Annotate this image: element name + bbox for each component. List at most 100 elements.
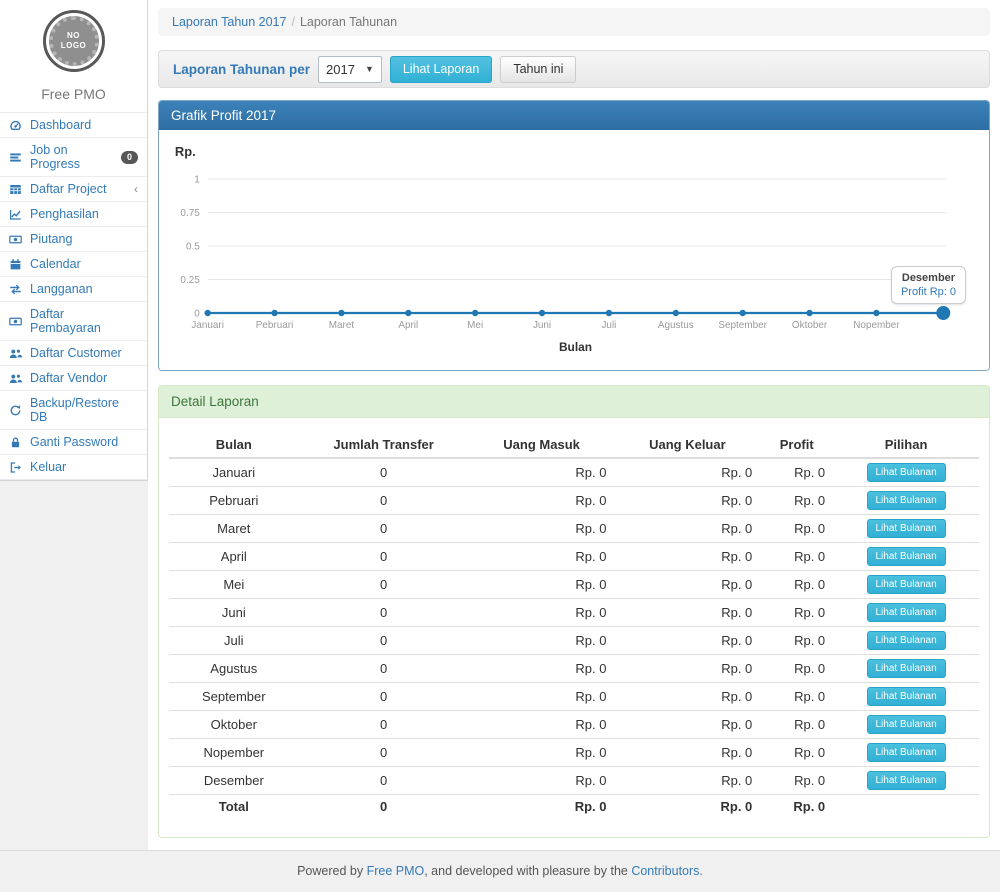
tasks-icon <box>9 151 23 164</box>
sidebar-item-label: Job on Progress <box>30 143 114 171</box>
cell-pilihan: Lihat Bulanan <box>833 487 979 515</box>
tahun-ini-button[interactable]: Tahun ini <box>500 56 576 83</box>
cell-bulan: Desember <box>169 767 299 795</box>
cell-uang-masuk: Rp. 0 <box>469 515 615 543</box>
sidebar-item-job-on-progress[interactable]: Job on Progress0 <box>0 137 147 176</box>
svg-text:Agustus: Agustus <box>658 320 694 331</box>
cell-pilihan: Lihat Bulanan <box>833 655 979 683</box>
cell-uang-keluar: Rp. 0 <box>614 487 760 515</box>
cell-uang-masuk: Rp. 0 <box>469 767 615 795</box>
lihat-bulanan-button[interactable]: Lihat Bulanan <box>867 603 946 622</box>
column-header-bulan: Bulan <box>169 432 299 458</box>
cell-pilihan: Lihat Bulanan <box>833 599 979 627</box>
lihat-bulanan-button[interactable]: Lihat Bulanan <box>867 463 946 482</box>
cell-uang-masuk: Rp. 0 <box>469 458 615 487</box>
footer-link-contributors-[interactable]: Contributors. <box>631 864 703 878</box>
sidebar-item-calendar[interactable]: Calendar <box>0 251 147 276</box>
lihat-bulanan-button[interactable]: Lihat Bulanan <box>867 519 946 538</box>
sidebar-item-keluar[interactable]: Keluar <box>0 454 147 480</box>
cell-jumlah-transfer: 0 <box>299 543 469 571</box>
svg-text:0.5: 0.5 <box>186 241 200 252</box>
total-pilihan-empty <box>833 795 979 819</box>
sidebar-item-dashboard[interactable]: Dashboard <box>0 112 147 137</box>
chart-tooltip: Desember Profit Rp: 0 <box>891 266 966 304</box>
lihat-bulanan-button[interactable]: Lihat Bulanan <box>867 715 946 734</box>
no-logo-text: NO LOGO <box>49 16 99 66</box>
column-header-uang-keluar: Uang Keluar <box>614 432 760 458</box>
table-row: Juni0Rp. 0Rp. 0Rp. 0Lihat Bulanan <box>169 599 979 627</box>
sidebar-item-label: Langganan <box>30 282 93 296</box>
cell-uang-masuk: Rp. 0 <box>469 543 615 571</box>
cell-jumlah-transfer: 0 <box>299 627 469 655</box>
cell-uang-keluar: Rp. 0 <box>614 571 760 599</box>
sidebar-item-label: Daftar Pembayaran <box>30 307 138 335</box>
breadcrumb-link-laporan-tahun[interactable]: Laporan Tahun 2017 <box>172 15 286 29</box>
cell-uang-keluar: Rp. 0 <box>614 458 760 487</box>
svg-text:Pebruari: Pebruari <box>256 320 293 331</box>
total-uang-masuk: Rp. 0 <box>469 795 615 819</box>
lihat-bulanan-button[interactable]: Lihat Bulanan <box>867 771 946 790</box>
svg-text:Bulan: Bulan <box>559 340 592 354</box>
footer-text: , and developed with pleasure by the <box>424 864 631 878</box>
footer-link-free-pmo[interactable]: Free PMO <box>367 864 425 878</box>
money-icon <box>9 315 23 328</box>
sidebar-item-backup-restore-db[interactable]: Backup/Restore DB <box>0 390 147 429</box>
cell-pilihan: Lihat Bulanan <box>833 571 979 599</box>
cell-pilihan: Lihat Bulanan <box>833 739 979 767</box>
table-row: Januari0Rp. 0Rp. 0Rp. 0Lihat Bulanan <box>169 458 979 487</box>
profit-line-chart: Rp.00.250.50.751JanuariPebruariMaretApri… <box>165 138 983 366</box>
cell-pilihan: Lihat Bulanan <box>833 683 979 711</box>
cell-profit: Rp. 0 <box>760 515 833 543</box>
svg-text:Juni: Juni <box>533 320 551 331</box>
year-select[interactable]: 2017 ▼ <box>318 56 382 83</box>
cell-uang-keluar: Rp. 0 <box>614 739 760 767</box>
cell-uang-keluar: Rp. 0 <box>614 711 760 739</box>
cell-profit: Rp. 0 <box>760 543 833 571</box>
svg-text:0.75: 0.75 <box>180 208 200 219</box>
cell-profit: Rp. 0 <box>760 571 833 599</box>
cell-uang-keluar: Rp. 0 <box>614 515 760 543</box>
lihat-bulanan-button[interactable]: Lihat Bulanan <box>867 547 946 566</box>
sidebar-item-langganan[interactable]: Langganan <box>0 276 147 301</box>
no-logo-badge: NO LOGO <box>43 10 105 72</box>
breadcrumb: Laporan Tahun 2017/Laporan Tahunan <box>158 8 990 36</box>
cell-bulan: Mei <box>169 571 299 599</box>
footer: Powered by Free PMO, and developed with … <box>0 850 1000 892</box>
sidebar-item-daftar-customer[interactable]: Daftar Customer <box>0 340 147 365</box>
sidebar-item-label: Daftar Project <box>30 182 106 196</box>
lihat-bulanan-button[interactable]: Lihat Bulanan <box>867 491 946 510</box>
cell-jumlah-transfer: 0 <box>299 739 469 767</box>
lihat-bulanan-button[interactable]: Lihat Bulanan <box>867 659 946 678</box>
sidebar-item-daftar-project[interactable]: Daftar Project‹ <box>0 176 147 201</box>
cell-pilihan: Lihat Bulanan <box>833 711 979 739</box>
sidebar-item-label: Ganti Password <box>30 435 118 449</box>
cell-uang-masuk: Rp. 0 <box>469 739 615 767</box>
sidebar-item-label: Daftar Customer <box>30 346 122 360</box>
lihat-bulanan-button[interactable]: Lihat Bulanan <box>867 575 946 594</box>
table-row: September0Rp. 0Rp. 0Rp. 0Lihat Bulanan <box>169 683 979 711</box>
lihat-bulanan-button[interactable]: Lihat Bulanan <box>867 631 946 650</box>
cell-jumlah-transfer: 0 <box>299 458 469 487</box>
table-row: Juli0Rp. 0Rp. 0Rp. 0Lihat Bulanan <box>169 627 979 655</box>
lihat-bulanan-button[interactable]: Lihat Bulanan <box>867 687 946 706</box>
cell-uang-masuk: Rp. 0 <box>469 571 615 599</box>
lihat-laporan-button[interactable]: Lihat Laporan <box>390 56 492 83</box>
lihat-bulanan-button[interactable]: Lihat Bulanan <box>867 743 946 762</box>
users-icon <box>9 347 23 360</box>
cell-profit: Rp. 0 <box>760 627 833 655</box>
sidebar-item-daftar-pembayaran[interactable]: Daftar Pembayaran <box>0 301 147 340</box>
sidebar-item-ganti-password[interactable]: Ganti Password <box>0 429 147 454</box>
cell-profit: Rp. 0 <box>760 739 833 767</box>
sidebar-item-piutang[interactable]: Piutang <box>0 226 147 251</box>
cell-profit: Rp. 0 <box>760 599 833 627</box>
year-select-value: 2017 <box>326 62 355 77</box>
sidebar-item-penghasilan[interactable]: Penghasilan <box>0 201 147 226</box>
cell-jumlah-transfer: 0 <box>299 767 469 795</box>
svg-text:0.25: 0.25 <box>180 275 200 286</box>
cell-uang-keluar: Rp. 0 <box>614 627 760 655</box>
sidebar: NO LOGO Free PMO DashboardJob on Progres… <box>0 0 148 481</box>
cell-pilihan: Lihat Bulanan <box>833 543 979 571</box>
cell-profit: Rp. 0 <box>760 655 833 683</box>
sidebar-item-daftar-vendor[interactable]: Daftar Vendor <box>0 365 147 390</box>
svg-text:Maret: Maret <box>329 320 355 331</box>
